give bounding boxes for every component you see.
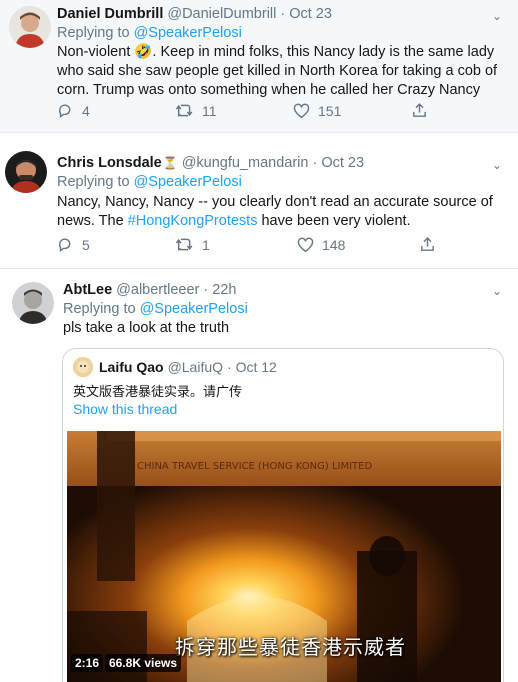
- mention-link[interactable]: @SpeakerPelosi: [134, 174, 242, 190]
- like-count: 151: [318, 102, 342, 119]
- action-bar: 4 11 151: [57, 102, 428, 119]
- retweet-icon: [175, 104, 193, 117]
- display-name[interactable]: AbtLee: [63, 282, 112, 298]
- video-duration: 2:16: [71, 654, 104, 672]
- tweet-text-line: news. The #HongKongProtests have been ve…: [57, 212, 512, 231]
- tweet-text-line: Nancy, Nancy, Nancy -- you clearly don't…: [57, 194, 493, 210]
- tweet-text-line: corn. Trump was onto something when he c…: [57, 82, 481, 98]
- replying-to: Replying to @SpeakerPelosi: [57, 174, 242, 190]
- avatar[interactable]: [12, 282, 54, 324]
- chevron-down-icon[interactable]: ⌄: [492, 284, 502, 298]
- timestamp[interactable]: · Oct 23: [280, 6, 332, 22]
- handle[interactable]: @albertleeer: [116, 282, 199, 298]
- quote-text: 英文版香港暴徒实录。请广传: [73, 385, 243, 400]
- tweet-text-segment: have been very violent.: [257, 213, 411, 229]
- reply-icon: [58, 104, 71, 118]
- avatar[interactable]: [9, 6, 51, 48]
- share-button[interactable]: [411, 102, 428, 119]
- retweet-button[interactable]: 1: [175, 236, 297, 253]
- tweet-1[interactable]: Daniel Dumbrill @DanielDumbrill · Oct 23…: [0, 0, 518, 132]
- reply-button[interactable]: 4: [57, 102, 175, 119]
- replying-to: Replying to @SpeakerPelosi: [57, 25, 242, 41]
- like-button[interactable]: 148: [297, 237, 419, 253]
- retweet-count: 1: [202, 236, 210, 253]
- sign-text: CHINA TRAVEL SERVICE (HONG KONG) LIMITED: [137, 461, 372, 472]
- tweet-text: pls take a look at the truth: [63, 320, 230, 336]
- avatar[interactable]: [5, 151, 47, 193]
- retweet-button[interactable]: 11: [175, 102, 293, 119]
- retweet-count: 11: [202, 102, 217, 119]
- display-name[interactable]: Chris Lonsdale: [57, 155, 162, 171]
- replying-to: Replying to @SpeakerPelosi: [63, 301, 248, 317]
- tweet-header: Daniel Dumbrill @DanielDumbrill · Oct 23: [57, 6, 332, 22]
- tweet-text-line: who said she saw people get killed in No…: [57, 63, 498, 79]
- like-button[interactable]: 151: [293, 103, 411, 119]
- quote-header: Laifu Qao @LaifuQ · Oct 12: [73, 357, 277, 377]
- tweet-3[interactable]: AbtLee @albertleeer · 22h ⌄ Replying to …: [0, 268, 518, 682]
- retweet-icon: [175, 238, 193, 251]
- chevron-down-icon[interactable]: ⌄: [492, 158, 502, 172]
- reply-button[interactable]: 5: [57, 236, 175, 253]
- video-player[interactable]: CHINA TRAVEL SERVICE (HONG KONG) LIMITED…: [67, 431, 501, 682]
- heart-icon: [293, 103, 310, 118]
- quoted-tweet[interactable]: Laifu Qao @LaifuQ · Oct 12 英文版香港暴徒实录。请广传…: [62, 348, 504, 682]
- hashtag-link[interactable]: #HongKongProtests: [128, 213, 258, 229]
- tweet-text: Nancy, Nancy, Nancy -- you clearly don't…: [57, 193, 512, 231]
- show-thread-link[interactable]: Show this thread: [73, 401, 177, 417]
- handle[interactable]: @LaifuQ: [168, 359, 223, 375]
- mention-link[interactable]: @SpeakerPelosi: [140, 301, 248, 317]
- reply-count: 4: [82, 102, 90, 119]
- tweet-2[interactable]: Chris Lonsdale ⏳ @kungfu_mandarin · Oct …: [0, 132, 518, 268]
- timestamp[interactable]: · 22h: [203, 282, 236, 298]
- handle[interactable]: @DanielDumbrill: [167, 6, 276, 22]
- avatar[interactable]: [73, 357, 93, 377]
- tweet-header: AbtLee @albertleeer · 22h: [63, 282, 236, 298]
- handle[interactable]: @kungfu_mandarin: [182, 155, 309, 171]
- mention-link[interactable]: @SpeakerPelosi: [134, 25, 242, 41]
- reply-count: 5: [82, 236, 90, 253]
- tweet-text: Non-violent 🤣. Keep in mind folks, this …: [57, 43, 512, 100]
- replying-label: Replying to: [63, 301, 140, 317]
- like-count: 148: [322, 236, 346, 253]
- tweet-header: Chris Lonsdale ⏳ @kungfu_mandarin · Oct …: [57, 155, 364, 171]
- share-button[interactable]: [419, 236, 436, 253]
- reply-icon: [58, 238, 71, 252]
- action-bar: 5 1 148: [57, 236, 436, 253]
- replying-label: Replying to: [57, 174, 134, 190]
- name-emoji: ⏳: [162, 156, 178, 170]
- replying-label: Replying to: [57, 25, 134, 41]
- chevron-down-icon[interactable]: ⌄: [492, 9, 502, 23]
- display-name[interactable]: Daniel Dumbrill: [57, 6, 163, 22]
- timestamp[interactable]: · Oct 12: [227, 359, 277, 375]
- video-views: 66.8K views: [105, 654, 182, 672]
- share-icon: [413, 103, 426, 117]
- timestamp[interactable]: · Oct 23: [312, 155, 364, 171]
- heart-icon: [297, 237, 314, 252]
- tweet-text-line: Non-violent 🤣. Keep in mind folks, this …: [57, 44, 495, 60]
- share-icon: [421, 237, 434, 251]
- display-name[interactable]: Laifu Qao: [99, 359, 164, 375]
- tweet-text-segment: news. The: [57, 213, 128, 229]
- video-subtitle: 拆穿那些暴徒香港示威者: [175, 635, 406, 659]
